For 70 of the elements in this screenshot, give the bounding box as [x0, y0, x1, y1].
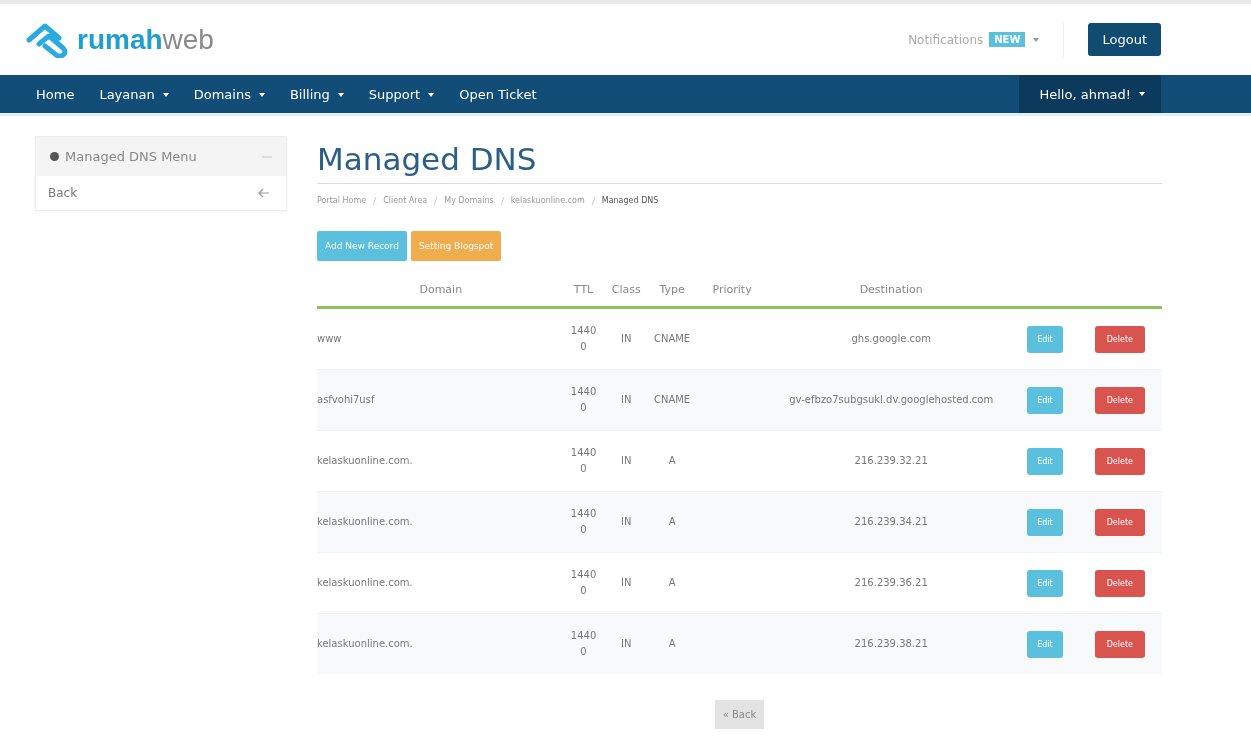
page-title: Managed DNS	[317, 141, 1162, 184]
column-header: Type	[649, 273, 695, 308]
domain-cell: www	[317, 333, 342, 344]
edit-button[interactable]: Edit	[1027, 569, 1063, 597]
back-button[interactable]: « Back	[714, 700, 765, 729]
edit-button[interactable]: Edit	[1027, 447, 1063, 475]
breadcrumb-link[interactable]: My Domains	[444, 196, 494, 205]
class-cell: IN	[621, 333, 632, 344]
nav-menu-item[interactable]: Domains	[193, 86, 265, 102]
caret-icon[interactable]	[1033, 37, 1040, 42]
breadcrumb-link[interactable]: Portal Home	[317, 196, 367, 205]
edit-button[interactable]: Edit	[1027, 508, 1063, 536]
delete-button[interactable]: Delete	[1094, 325, 1145, 353]
column-header: TTL	[564, 273, 603, 308]
domain-cell: kelaskuonline.com.	[317, 516, 413, 527]
delete-button[interactable]: Delete	[1094, 386, 1145, 414]
breadcrumb-link[interactable]: kelaskuonline.com	[510, 196, 585, 205]
breadcrumb-link[interactable]: Client Area	[383, 196, 428, 205]
sidebar-item[interactable]: Back	[48, 186, 78, 200]
destination-cell: 216.239.34.21	[854, 516, 928, 527]
domain-cell: kelaskuonline.com.	[317, 577, 413, 588]
class-cell: IN	[621, 638, 632, 649]
ttl-cell: 14400	[570, 508, 597, 535]
ttl-cell: 14400	[570, 386, 597, 413]
domain-cell: kelaskuonline.com.	[317, 455, 413, 466]
type-cell: A	[668, 577, 676, 588]
type-cell: A	[668, 516, 676, 527]
type-cell: CNAME	[653, 394, 691, 405]
left-arrow-icon	[258, 188, 270, 198]
class-cell: IN	[621, 455, 632, 466]
destination-cell: gv-efbzo7subgsukl.dv.googlehosted.com	[789, 394, 994, 405]
type-cell: CNAME	[653, 333, 691, 344]
edit-button[interactable]: Edit	[1027, 386, 1063, 414]
delete-button[interactable]: Delete	[1094, 569, 1145, 597]
logout-button[interactable]: Logout	[1088, 23, 1161, 56]
column-header: Priority	[694, 273, 771, 308]
type-cell: A	[668, 638, 676, 649]
add-record-button[interactable]: Add New Record	[317, 231, 407, 261]
new-badge: NEW	[989, 32, 1026, 47]
class-cell: IN	[621, 577, 632, 588]
ttl-cell: 14400	[570, 447, 597, 474]
delete-button[interactable]: Delete	[1094, 447, 1145, 475]
nav-menu-item[interactable]: Support	[368, 86, 435, 102]
nav-menu-item[interactable]: Open Ticket	[459, 86, 537, 102]
destination-cell: 216.239.36.21	[854, 577, 928, 588]
class-cell: IN	[621, 394, 632, 405]
ttl-cell: 14400	[570, 569, 597, 596]
nav-menu-item[interactable]: Billing	[289, 86, 344, 102]
delete-button[interactable]: Delete	[1094, 630, 1145, 658]
edit-button[interactable]: Edit	[1027, 325, 1063, 353]
type-cell: A	[668, 455, 676, 466]
column-header: Destination	[770, 273, 1013, 308]
domain-cell: asfvohi7usf	[317, 394, 375, 405]
sidebar-title: Managed DNS Menu	[65, 149, 198, 164]
notifications-link[interactable]: Notifications	[908, 32, 984, 47]
nav-menu-item[interactable]: Home	[36, 86, 75, 102]
delete-button[interactable]: Delete	[1094, 508, 1145, 536]
user-menu[interactable]: Hello, ahmad!	[1019, 75, 1161, 113]
edit-button[interactable]: Edit	[1027, 630, 1063, 658]
nav-menu-item[interactable]: Layanan	[99, 86, 169, 102]
ttl-cell: 14400	[570, 630, 597, 657]
column-header: Domain	[317, 273, 565, 308]
destination-cell: ghs.google.com	[851, 333, 931, 344]
class-cell: IN	[621, 516, 632, 527]
logo-wordmark[interactable]: rumahweb	[77, 23, 214, 56]
ttl-cell: 14400	[570, 325, 597, 352]
domain-cell: kelaskuonline.com.	[317, 638, 413, 649]
destination-cell: 216.239.38.21	[854, 638, 928, 649]
column-header: Class	[602, 273, 650, 308]
destination-cell: 216.239.32.21	[854, 455, 928, 466]
